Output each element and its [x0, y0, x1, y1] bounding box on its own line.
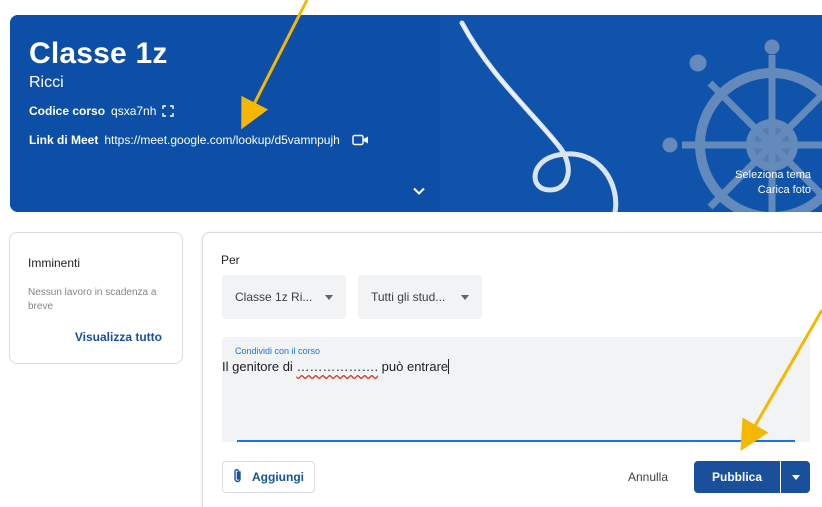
- course-code-label: Codice corso: [29, 104, 106, 118]
- course-code-value: qsxa7nh: [111, 104, 157, 118]
- announcement-text-before: Il genitore di: [222, 359, 297, 374]
- text-cursor: [448, 359, 450, 374]
- publish-options-button[interactable]: [781, 461, 810, 493]
- meet-link-url[interactable]: https://meet.google.com/lookup/d5vamnpuj…: [104, 133, 339, 147]
- caret-down-icon: [325, 295, 333, 300]
- video-camera-icon[interactable]: [352, 134, 369, 146]
- upload-photo-link[interactable]: Carica foto: [735, 183, 811, 198]
- add-attachment-label: Aggiungi: [252, 470, 304, 484]
- chevron-down-icon[interactable]: [411, 183, 427, 199]
- class-title[interactable]: Classe 1z: [29, 37, 168, 71]
- announcement-text[interactable]: Il genitore di ………………. può entrare: [222, 359, 450, 374]
- add-attachment-button[interactable]: Aggiungi: [222, 461, 315, 493]
- class-banner: Classe 1z Ricci Codice corso qsxa7nh Lin…: [10, 15, 822, 212]
- class-select-value: Classe 1z Ri...: [235, 290, 313, 304]
- fullscreen-icon[interactable]: [162, 105, 175, 117]
- audience-label: Per: [221, 253, 240, 267]
- announcement-field-label: Condividi con il corso: [235, 346, 321, 356]
- banner-customize-links: Seleziona tema Carica foto: [735, 168, 811, 198]
- caret-down-icon: [461, 295, 469, 300]
- upcoming-title: Imminenti: [28, 256, 81, 270]
- announcement-textarea[interactable]: Condividi con il corso Il genitore di ………: [222, 337, 810, 442]
- textarea-focus-underline: [237, 440, 795, 442]
- paperclip-icon: [233, 468, 243, 486]
- announcement-text-blank: ……………….: [296, 359, 379, 374]
- announcement-text-after: può entrare: [378, 359, 449, 374]
- class-select[interactable]: Classe 1z Ri...: [222, 275, 346, 319]
- meet-link-label: Link di Meet: [29, 133, 99, 147]
- class-section: Ricci: [29, 74, 64, 91]
- view-all-link[interactable]: Visualizza tutto: [75, 330, 162, 344]
- upcoming-empty-text: Nessun lavoro in scadenza a breve: [28, 287, 157, 312]
- meet-link-row: Link di Meet https://meet.google.com/loo…: [29, 133, 369, 147]
- students-select[interactable]: Tutti gli stud...: [358, 275, 482, 319]
- caret-down-icon: [791, 474, 800, 480]
- select-theme-link[interactable]: Seleziona tema: [735, 168, 811, 183]
- classroom-stream-page: Classe 1z Ricci Codice corso qsxa7nh Lin…: [0, 0, 822, 507]
- upcoming-card: Imminenti Nessun lavoro in scadenza a br…: [9, 232, 183, 364]
- publish-button[interactable]: Pubblica: [694, 461, 780, 493]
- cancel-button[interactable]: Annulla: [619, 461, 677, 493]
- students-select-value: Tutti gli stud...: [371, 290, 446, 304]
- course-code-row: Codice corso qsxa7nh: [29, 104, 175, 118]
